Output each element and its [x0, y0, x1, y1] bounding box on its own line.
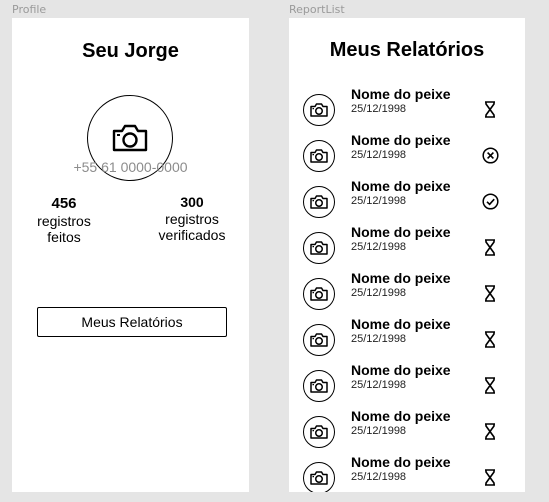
profile-screen: Seu Jorge +55 61 0000-0000 456 registros…: [12, 18, 249, 492]
status-badge: [481, 422, 499, 440]
fish-name: Nome do peixe: [351, 132, 451, 148]
report-photo: [303, 232, 335, 264]
report-date: 25/12/1998: [351, 379, 407, 391]
camera-icon: [310, 149, 328, 163]
fish-name: Nome do peixe: [351, 362, 451, 378]
report-date: 25/12/1998: [351, 333, 407, 345]
report-photo: [303, 140, 335, 172]
profile-name: Seu Jorge: [82, 40, 179, 62]
report-date: 25/12/1998: [351, 149, 407, 161]
fish-name: Nome do peixe: [351, 316, 451, 332]
fish-name: Nome do peixe: [351, 178, 451, 194]
stat-label-line1: registros: [165, 211, 219, 227]
stat-registros-feitos: 456 registros feitos: [29, 194, 99, 245]
camera-icon: [310, 379, 328, 393]
status-badge: [481, 192, 499, 210]
camera-icon: [310, 241, 328, 255]
report-date: 25/12/1998: [351, 471, 407, 483]
stat-label-line2: feitos: [47, 229, 81, 245]
list-item[interactable]: Nome do peixe 25/12/1998: [289, 454, 525, 492]
status-badge: [481, 330, 499, 348]
hourglass-icon: [485, 330, 495, 348]
stat-value: 456: [51, 195, 77, 212]
report-photo: [303, 94, 335, 126]
fish-name: Nome do peixe: [351, 270, 451, 286]
report-photo: [303, 278, 335, 310]
report-date: 25/12/1998: [351, 287, 407, 299]
phone-number: +55 61 0000-0000: [73, 159, 188, 175]
close-circle-icon: [481, 146, 499, 164]
fish-name: Nome do peixe: [351, 224, 451, 240]
report-photo: [303, 462, 335, 492]
report-photo: [303, 324, 335, 356]
stat-label-line2: verificados: [158, 227, 226, 243]
stat-registros-verificados: 300 registros verificados: [158, 194, 226, 243]
hourglass-icon: [485, 422, 495, 440]
stat-label: registros feitos: [29, 213, 99, 245]
hourglass-icon: [485, 100, 495, 118]
report-date: 25/12/1998: [351, 241, 407, 253]
status-badge: [481, 238, 499, 256]
stat-value: 300: [180, 194, 204, 210]
profile-frame-label: Profile: [12, 3, 47, 16]
fish-name: Nome do peixe: [351, 408, 451, 424]
camera-icon: [310, 287, 328, 301]
status-badge: [481, 146, 499, 164]
check-circle-icon: [481, 192, 499, 210]
page-title: Meus Relatórios: [329, 39, 485, 61]
status-badge: [481, 376, 499, 394]
hourglass-icon: [485, 238, 495, 256]
fish-name: Nome do peixe: [351, 454, 451, 470]
report-photo: [303, 186, 335, 218]
report-date: 25/12/1998: [351, 425, 407, 437]
status-badge: [481, 284, 499, 302]
meus-relatorios-button[interactable]: Meus Relatórios: [37, 307, 227, 337]
report-date: 25/12/1998: [351, 195, 407, 207]
report-date: 25/12/1998: [351, 103, 407, 115]
hourglass-icon: [485, 284, 495, 302]
hourglass-icon: [485, 376, 495, 394]
status-badge: [481, 100, 499, 118]
reportlist-frame-label: ReportList: [289, 3, 345, 16]
report-photo: [303, 416, 335, 448]
stat-label-line1: registros: [37, 213, 91, 229]
report-list-screen: Meus Relatórios Nome do peixe 25/12/1998 N…: [289, 18, 525, 492]
camera-icon: [310, 471, 328, 485]
hourglass-icon: [485, 468, 495, 486]
status-badge: [481, 468, 499, 486]
fish-name: Nome do peixe: [351, 86, 451, 102]
report-photo: [303, 370, 335, 402]
camera-icon: [310, 333, 328, 347]
camera-icon: [310, 103, 328, 117]
camera-icon: [310, 195, 328, 209]
camera-icon: [310, 425, 328, 439]
camera-icon: [112, 124, 148, 152]
stat-label: registros verificados: [158, 211, 226, 243]
